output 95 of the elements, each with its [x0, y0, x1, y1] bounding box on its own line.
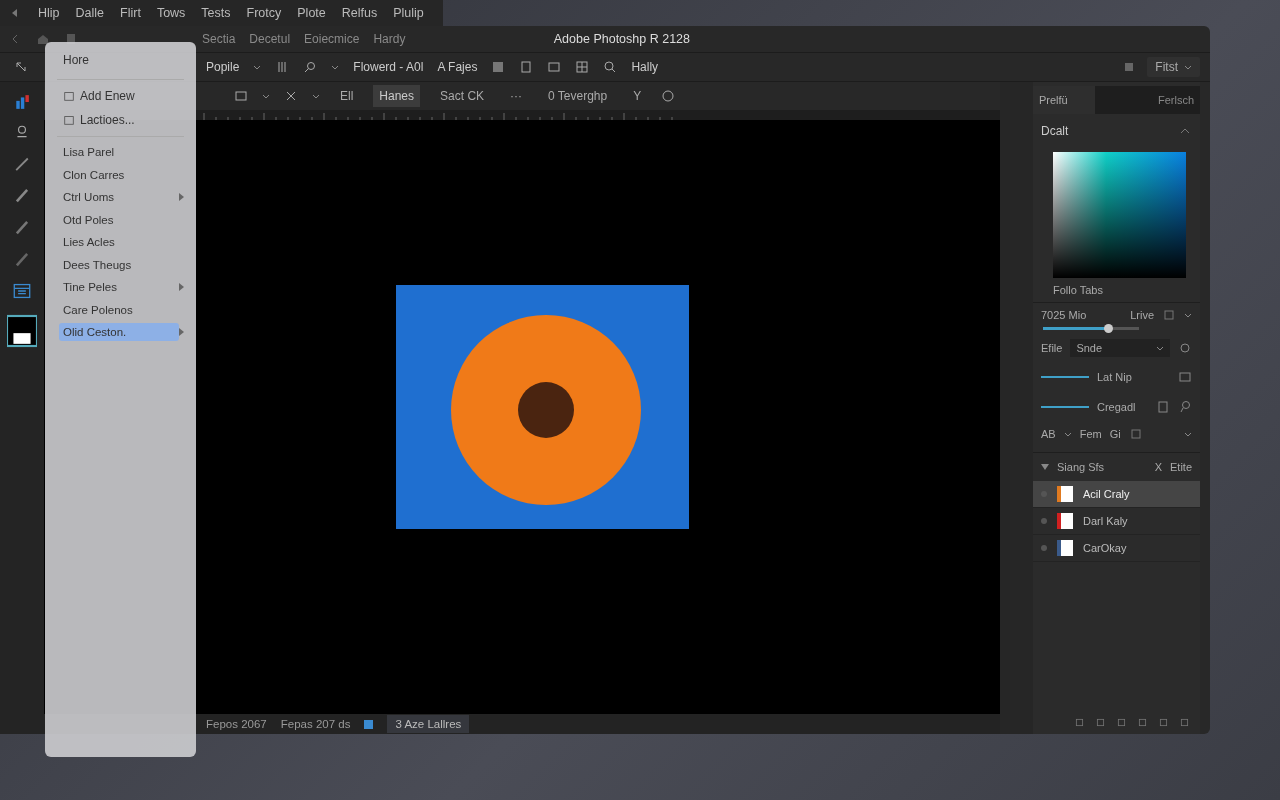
- document-name[interactable]: Flowerd - A0l: [353, 60, 424, 74]
- menu-item[interactable]: Lisa Parel: [59, 143, 184, 162]
- panel-tab[interactable]: Prelfü: [1033, 86, 1095, 114]
- menu-item[interactable]: Tests: [201, 6, 231, 20]
- document-tab[interactable]: Eoiecmice: [304, 32, 360, 46]
- section-title: Dcalt: [1041, 124, 1069, 138]
- caret-icon: [312, 93, 320, 99]
- menu-item[interactable]: Dalle: [75, 6, 105, 20]
- box-icon[interactable]: [1128, 427, 1143, 441]
- square-icon[interactable]: [1162, 308, 1176, 322]
- menu-item[interactable]: Otd Poles: [59, 210, 184, 229]
- toolbar-button[interactable]: Sact CK: [434, 85, 491, 107]
- layers-title: Siang Sfs: [1057, 461, 1105, 473]
- status-text: Fepos 2067: [206, 718, 267, 730]
- calendar-icon[interactable]: [13, 282, 31, 300]
- document-tab[interactable]: Sectia: [202, 32, 236, 46]
- swatch-label: Follo Tabs: [1033, 278, 1200, 303]
- home-icon[interactable]: [36, 32, 50, 46]
- size-label: 7025 Mio: [1041, 309, 1087, 321]
- caret-icon: [1063, 431, 1072, 437]
- layer-name: CarOkay: [1083, 542, 1127, 554]
- color-swatch-icon[interactable]: [7, 314, 37, 348]
- color-picker[interactable]: [1053, 152, 1186, 278]
- toolbar-button[interactable]: Ell: [334, 85, 360, 107]
- caret-icon: [1156, 345, 1164, 351]
- layers-status[interactable]: 3 Aze Lallres: [387, 715, 470, 733]
- stamp-icon[interactable]: [14, 124, 30, 140]
- menu-item[interactable]: Care Polenos: [59, 300, 184, 319]
- collapse-icon[interactable]: [1041, 464, 1049, 470]
- status-text: Fepas 207 ds: [280, 718, 351, 730]
- layers-icon: [364, 719, 374, 729]
- stroke-label: Cregadl: [1097, 401, 1136, 413]
- toolbar-button[interactable]: 0 Teverghp: [542, 85, 614, 107]
- move-tool-icon[interactable]: [14, 60, 28, 74]
- slider-thumb[interactable]: [1104, 324, 1114, 333]
- stroke-line: [1041, 376, 1089, 378]
- menu-item[interactable]: Lies Acles: [59, 233, 184, 252]
- menu-header: Hore: [62, 52, 90, 69]
- document-tab[interactable]: Hardy: [373, 32, 406, 46]
- layer-name: Darl Kaly: [1083, 515, 1128, 527]
- style-dropdown[interactable]: Snde: [1070, 339, 1170, 357]
- toolbar-button[interactable]: ···: [504, 85, 529, 107]
- document-tab[interactable]: Decetul: [249, 32, 291, 46]
- layer-name: Acil Craly: [1083, 488, 1130, 500]
- caret-icon: [331, 64, 340, 70]
- caret-icon: [1184, 64, 1192, 70]
- mode-label: Lrive: [1130, 309, 1154, 321]
- menu-action[interactable]: Lactioes...: [45, 108, 196, 132]
- grid-icon[interactable]: [575, 60, 590, 74]
- window-title: Adobe Photoshp R 2128: [553, 32, 690, 46]
- style-label: Efile: [1041, 342, 1063, 354]
- menu-item[interactable]: Olid Ceston.: [59, 323, 179, 342]
- font-name[interactable]: Fem: [1079, 428, 1102, 440]
- menu-item[interactable]: Relfus: [341, 6, 378, 20]
- menu-item[interactable]: Clon Carres: [59, 165, 184, 184]
- font-weight[interactable]: Gi: [1109, 428, 1121, 440]
- menu-item[interactable]: Tows: [156, 6, 186, 20]
- menu-item[interactable]: Flirt: [120, 6, 141, 20]
- square-icon[interactable]: [491, 60, 506, 74]
- menu-action[interactable]: Add Enew: [45, 84, 196, 108]
- menu-item[interactable]: Dees Theugs: [59, 255, 184, 274]
- menu-item[interactable]: Plulip: [393, 6, 424, 20]
- toolbar-button[interactable]: Hanes: [373, 85, 421, 107]
- size-slider[interactable]: [1043, 327, 1139, 330]
- menu-item[interactable]: Tine Peles: [59, 278, 179, 297]
- font-size[interactable]: AB: [1041, 428, 1056, 440]
- caret-icon: [1184, 312, 1192, 318]
- lasso-icon[interactable]: [1178, 400, 1192, 414]
- menu-item[interactable]: Plote: [297, 6, 326, 20]
- square-icon[interactable]: [1125, 63, 1134, 71]
- panel-tab[interactable]: Ferlsch: [1095, 86, 1200, 114]
- caret-icon: [262, 93, 270, 99]
- caret-icon: [1184, 431, 1192, 437]
- fonts-button[interactable]: A Fajes: [437, 60, 478, 74]
- caret-icon: [253, 64, 262, 70]
- stroke-line: [1041, 406, 1089, 408]
- preset-dropdown[interactable]: Popile: [206, 60, 240, 74]
- toolbar-button[interactable]: Y: [627, 85, 648, 107]
- close-icon[interactable]: [284, 89, 298, 103]
- menu-item[interactable]: Frotcy: [246, 6, 282, 20]
- layer-row[interactable]: Acil Craly: [1033, 481, 1200, 508]
- close-button[interactable]: X: [1154, 461, 1162, 473]
- search-icon[interactable]: [303, 60, 318, 74]
- zoom-icon[interactable]: [603, 60, 618, 74]
- menu-item[interactable]: Hlip: [38, 6, 60, 20]
- layer-row[interactable]: Darl Kaly: [1033, 508, 1200, 535]
- bar-chart-icon[interactable]: [14, 94, 30, 110]
- visibility-icon[interactable]: [1041, 545, 1047, 551]
- stroke-label: Lat Nip: [1097, 371, 1132, 383]
- menu-item[interactable]: Ctrl Uoms: [59, 188, 179, 207]
- layer-row[interactable]: CarOkay: [1033, 535, 1200, 562]
- edit-button[interactable]: Etite: [1170, 461, 1192, 473]
- user-name[interactable]: Hally: [631, 60, 659, 74]
- workspace-dropdown[interactable]: Fitst: [1147, 57, 1200, 77]
- visibility-icon[interactable]: [1041, 518, 1047, 524]
